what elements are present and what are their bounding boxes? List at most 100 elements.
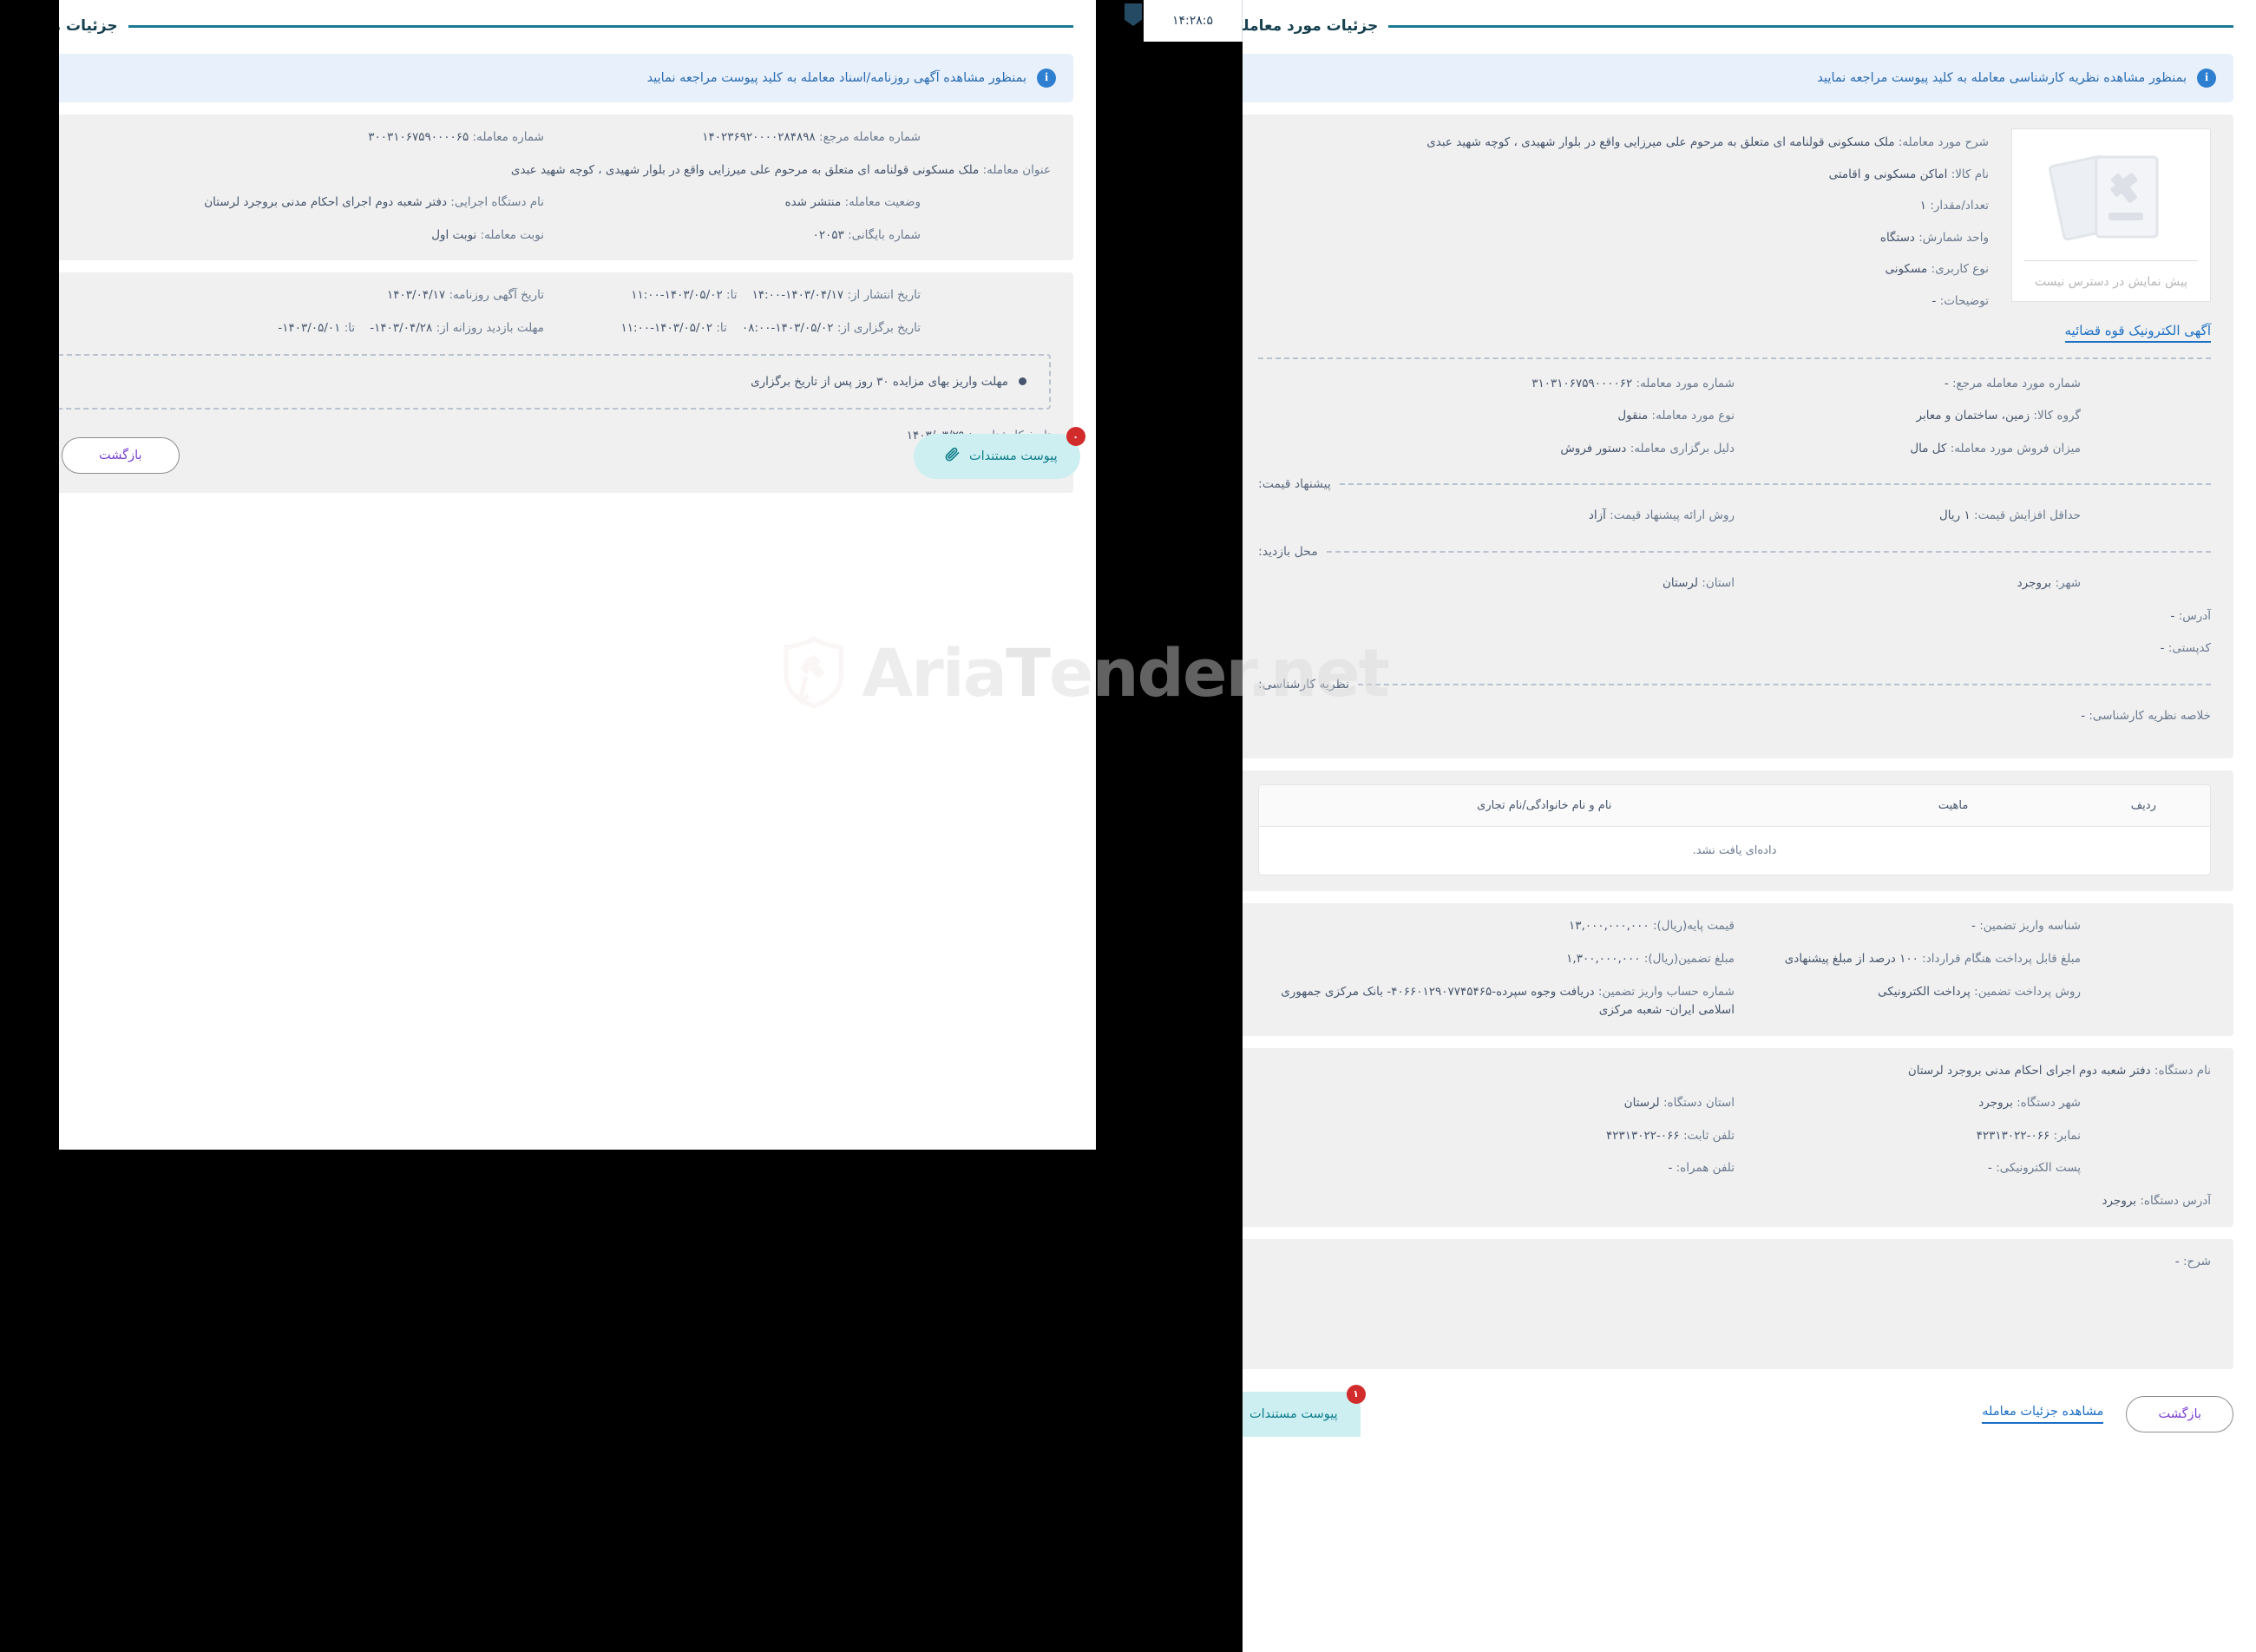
value: بروجرد: [2017, 575, 2052, 590]
value: آزاد: [1588, 508, 1606, 523]
section-deal-info: شماره معامله مرجع: ۱۴۰۲۳۶۹۲۰۰۰۰۲۸۴۸۹۸ شم…: [59, 115, 1073, 261]
right-page-title: جزئیات مورد معامله حراج: [1243, 17, 1379, 35]
dash-line: [1339, 483, 2211, 486]
label: شرح:: [2182, 1254, 2211, 1268]
value: اماکن مسکونی و اقامتی: [1828, 167, 1948, 181]
right-attach-documents-button[interactable]: پیوست مستندات: [1243, 1391, 1361, 1437]
value: ۱ ریال: [1938, 508, 1971, 523]
attach-label: پیوست مستندات: [969, 449, 1058, 463]
value: بروجرد: [1978, 1096, 2013, 1111]
label-to: تا:: [716, 320, 727, 335]
value-from: ۱۴۰۳/۰۵/۰۲-۰۸:۰۰: [741, 320, 834, 335]
preview-text: پیش نمایش در دسترس نیست: [2034, 275, 2188, 289]
info-icon: i: [1037, 69, 1056, 88]
section-owners: ردیف ماهیت نام و نام خانوادگی/نام تجاری …: [1243, 770, 2233, 892]
value: ۰۶۶-۴۲۳۱۳۰۲۲: [1605, 1128, 1680, 1143]
field-archive-number: شماره بایگانی: ۰۲۰۵۳: [544, 226, 1051, 246]
label: روش ارائه پیشنهاد قیمت:: [1610, 508, 1735, 523]
left-gutter: [0, 0, 59, 1652]
judiciary-electronic-ad-link[interactable]: آگهی الکترونیک قوه قضائیه: [2064, 322, 2211, 343]
section-descriptions: شرح: - توضیحات: [1243, 1238, 2233, 1369]
field-visit-address: آدرس: -: [1258, 607, 2211, 626]
label: گروه کالا:: [2033, 409, 2081, 423]
field-expert-summary: خلاصه نظریه کارشناسی: -: [1258, 707, 2211, 726]
value: ۳۰۰۳۱۰۶۷۵۹۰۰۰۰۶۵: [368, 130, 469, 144]
right-browser-window: جزئیات مورد معامله حراج i بمنظور مشاهده …: [1243, 0, 2256, 1652]
left-page-header: جزئیات معامله حراج: [59, 0, 1096, 40]
label: پست الکترونیکی:: [1996, 1161, 2081, 1176]
dash-line: [1326, 550, 2211, 553]
value: دفتر شعبه دوم اجرای احکام مدنی بروجرد لر…: [1907, 1063, 2151, 1078]
left-attach-documents-button[interactable]: پیوست مستندات: [914, 434, 1080, 479]
financial-body: شناسه واریز تضمین: - قیمت پایه(ریال): ۱۳…: [1243, 903, 2233, 1035]
deal-info-body: شماره معامله مرجع: ۱۴۰۲۳۶۹۲۰۰۰۰۲۸۴۸۹۸ شم…: [59, 115, 1073, 260]
mid-gutter-a: [1096, 0, 1125, 1652]
field-quantity: تعداد/مقدار: ۱: [1258, 197, 1989, 216]
heading-price-proposal: پیشنهاد قیمت:: [1258, 477, 2211, 491]
value: ملک مسکونی قولنامه ای متعلق به مرحوم علی…: [1426, 135, 1895, 149]
col-header-row: ردیف: [2130, 799, 2156, 813]
value: دستگاه: [1879, 230, 1915, 245]
left-back-button[interactable]: بازگشت: [62, 437, 180, 474]
value: ۱۰۰ درصد از مبلغ پیشنهادی: [1784, 951, 1918, 966]
value: ۱۴۰۲۳۶۹۲۰۰۰۰۲۸۴۸۹۸: [702, 130, 816, 144]
label: نام کالا:: [1951, 167, 1989, 181]
right-banner-text: بمنظور مشاهده نظریه کارشناسی معامله به ک…: [1817, 71, 2187, 85]
field-description-text: شرح: -: [1258, 1253, 2211, 1272]
label: تاریخ آگهی روزنامه:: [449, 288, 544, 303]
label: شهر دستگاه:: [2017, 1096, 2081, 1111]
field-guarantee-account-number: شماره حساب واریز تضمین: دریافت وجوه سپرد…: [1258, 983, 1735, 1020]
field-ref-deal-number: شماره معامله مرجع: ۱۴۰۲۳۶۹۲۰۰۰۰۲۸۴۸۹۸: [544, 128, 1051, 148]
screen: جزئیات معامله حراج i بمنظور مشاهده آگهی …: [0, 0, 2256, 1652]
right-back-button[interactable]: بازگشت: [2126, 1395, 2233, 1432]
field-subject-descriptions: توضیحات: -: [1258, 292, 1989, 311]
paperclip-icon: [943, 446, 961, 467]
preview-placeholder: پیش نمایش در دسترس نیست: [2011, 128, 2211, 302]
right-attach-badge: ۱: [1346, 1384, 1366, 1404]
field-guarantee-payment-id: شناسه واریز تضمین: -: [1735, 917, 2211, 936]
value: ۰۲۰۵۳: [812, 227, 844, 242]
field-deal-title: عنوان معامله: ملک مسکونی قولنامه ای متعل…: [59, 161, 1051, 180]
field-product-name: نام کالا: اماکن مسکونی و اقامتی: [1258, 166, 1989, 185]
label: خلاصه نظریه کارشناسی:: [2089, 708, 2211, 723]
judiciary-link-row: آگهی الکترونیک قوه قضائیه: [1258, 322, 2211, 343]
label: استان:: [1702, 575, 1735, 590]
label: آدرس دستگاه:: [2140, 1194, 2211, 1209]
label: استان دستگاه:: [1662, 1096, 1735, 1111]
value: -: [1931, 293, 1937, 308]
value-from: ۱۴۰۳/۰۴/۱۷-۱۴:۰۰: [751, 288, 844, 303]
value: پرداخت الکترونیکی: [1878, 984, 1971, 999]
value: -: [1668, 1161, 1673, 1176]
divider-deal-subject: [1258, 357, 2211, 359]
value: منتشر شده: [784, 195, 842, 210]
browser-tab-icon: [1125, 3, 1142, 26]
field-guarantee-amount: مبلغ تضمین(ریال): ۱,۳۰۰,۰۰۰,۰۰۰: [1258, 950, 1735, 969]
label: شماره معامله:: [472, 130, 544, 144]
value: ملک مسکونی قولنامه ای متعلق به مرحوم علی…: [510, 162, 980, 177]
left-info-banner: i بمنظور مشاهده آگهی روزنامه/اسناد معامل…: [59, 54, 1073, 102]
value: منقول: [1617, 409, 1649, 423]
left-attach-wrapper: پیوست مستندات ۰: [914, 427, 1085, 479]
right-attach-wrapper: پیوست مستندات ۱: [1243, 1384, 1366, 1437]
label: کدپستی:: [2167, 641, 2211, 656]
label: توضیحات:: [1939, 293, 1989, 308]
label: نام دستگاه:: [2154, 1063, 2211, 1078]
left-banner-text: بمنظور مشاهده آگهی روزنامه/اسناد معامله …: [646, 71, 1026, 85]
payment-deadline-note: مهلت واریز بهای مزایده ۳۰ روز پس از تاری…: [59, 353, 1051, 410]
field-publish-range: تاریخ انتشار از: ۱۴۰۳/۰۴/۱۷-۱۴:۰۰ تا: ۱۴…: [544, 286, 1051, 305]
value: دستور فروش: [1560, 441, 1627, 456]
label: واحد شمارش:: [1918, 230, 1989, 245]
bullet-icon: [1019, 377, 1026, 386]
document-placeholder-icon: [2012, 141, 2210, 252]
heading-expert-opinion: نظریه کارشناسی:: [1258, 678, 2211, 692]
left-browser-window: جزئیات معامله حراج i بمنظور مشاهده آگهی …: [59, 0, 1096, 1150]
value: ۱۴۰۳/۰۴/۱۷: [387, 288, 446, 303]
clock-label: ۱۴:۲۸:۵: [1171, 14, 1214, 28]
section-financial: شناسه واریز تضمین: - قیمت پایه(ریال): ۱۳…: [1243, 903, 2233, 1036]
owners-empty-message: داده‌ای یافت نشد.: [1692, 844, 1777, 858]
label: شماره مورد معامله:: [1636, 376, 1735, 390]
label-to: تا:: [726, 288, 738, 303]
field-visit-city: شهر: بروجرد: [1735, 574, 2211, 593]
label: مبلغ تضمین(ریال):: [1643, 951, 1735, 966]
view-deal-details-button[interactable]: مشاهده جزئیات معامله: [1982, 1405, 2104, 1424]
